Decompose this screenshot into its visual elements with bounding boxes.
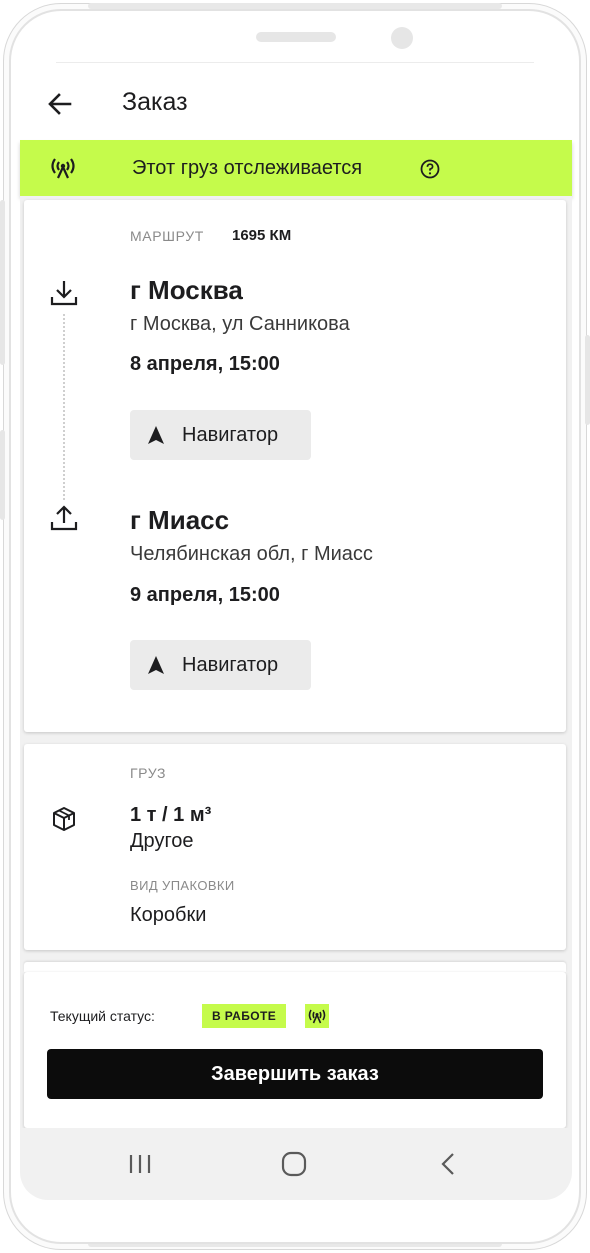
destination-address: Челябинская обл, г Миасс: [130, 543, 373, 565]
origin-navigator-button[interactable]: Навигатор: [130, 410, 311, 460]
cargo-card: ГРУЗ 1 т / 1 м³ Другое ВИД УПАКОВКИ Коро…: [24, 744, 566, 950]
upload-icon: [50, 505, 78, 531]
tracking-signal-icon: [51, 158, 75, 179]
recent-apps-icon[interactable]: [118, 1142, 162, 1186]
destination-city: г Миасс: [130, 505, 230, 535]
origin-city: г Москва: [130, 275, 243, 305]
status-badge: В РАБОТЕ: [202, 1004, 287, 1028]
navigator-label: Навигатор: [182, 654, 279, 676]
box-icon: [53, 807, 75, 831]
back-arrow-icon[interactable]: [44, 88, 76, 120]
help-icon[interactable]: [419, 158, 441, 180]
navigation-arrow-icon: [148, 656, 164, 674]
status-bar-divider: [56, 62, 534, 63]
complete-order-button[interactable]: Завершить заказ: [47, 1049, 543, 1099]
card-divider: [24, 962, 566, 972]
home-icon[interactable]: [272, 1142, 316, 1186]
download-icon: [50, 281, 78, 306]
route-distance: 1695 КМ: [232, 227, 292, 244]
volume-button: [0, 200, 5, 365]
route-label: МАРШРУТ: [130, 228, 204, 244]
power-button: [585, 335, 590, 425]
route-card: МАРШРУТ 1695 КМ г Москва г Москва, ул Са…: [24, 200, 566, 732]
route-connector: [63, 314, 65, 500]
destination-datetime: 9 апреля, 15:00: [130, 584, 280, 606]
system-navigation-bar: [20, 1128, 572, 1200]
status-card: Текущий статус: В РАБОТЕ Завершить заказ: [24, 972, 566, 1128]
origin-address: г Москва, ул Санникова: [130, 313, 350, 335]
phone-speaker: [256, 32, 336, 42]
current-status-label: Текущий статус:: [50, 1008, 155, 1024]
navigator-label: Навигатор: [182, 424, 279, 446]
package-type-value: Коробки: [130, 904, 207, 926]
phone-camera: [391, 27, 413, 49]
cargo-label: ГРУЗ: [130, 765, 167, 781]
origin-datetime: 8 апреля, 15:00: [130, 353, 280, 375]
package-type-label: ВИД УПАКОВКИ: [130, 878, 235, 893]
destination-navigator-button[interactable]: Навигатор: [130, 640, 311, 690]
side-button: [0, 430, 5, 520]
tracking-banner: Этот груз отслеживается: [20, 140, 572, 196]
tracking-banner-text: Этот груз отслеживается: [132, 157, 363, 179]
tracking-signal-icon: [305, 1004, 329, 1028]
cargo-weight-volume: 1 т / 1 м³: [130, 804, 212, 826]
app-header: Заказ: [20, 70, 572, 140]
back-icon[interactable]: [427, 1142, 471, 1186]
page-title: Заказ: [122, 88, 188, 116]
cargo-type: Другое: [130, 830, 194, 852]
navigation-arrow-icon: [148, 426, 164, 444]
